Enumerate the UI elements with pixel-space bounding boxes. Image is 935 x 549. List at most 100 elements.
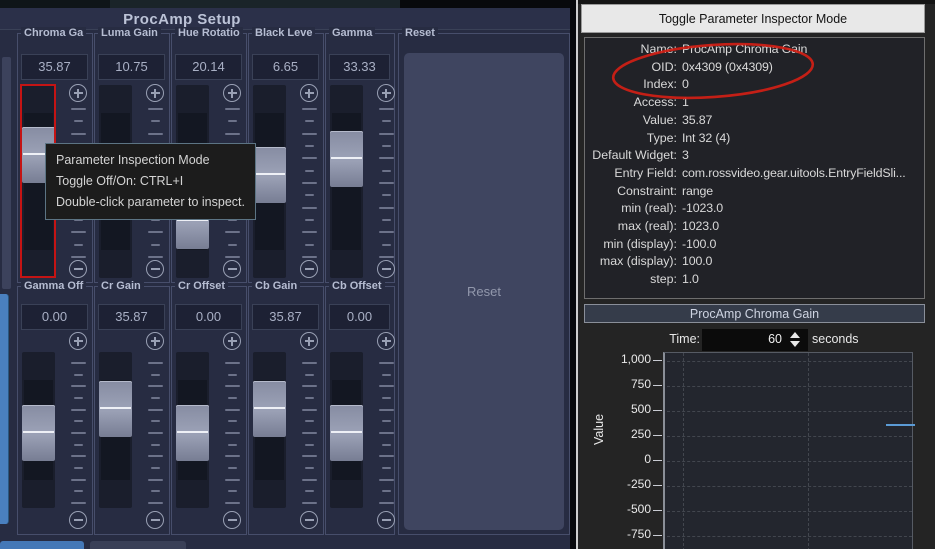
slider-track[interactable] bbox=[22, 352, 55, 508]
value-field[interactable]: 20.14 bbox=[175, 54, 242, 80]
plus-button[interactable] bbox=[146, 84, 164, 102]
y-tick-mark bbox=[653, 460, 662, 461]
slider-group-label: Chroma Ga bbox=[21, 27, 87, 39]
value-field[interactable]: 0.00 bbox=[175, 304, 242, 330]
slider-handle-line bbox=[254, 407, 285, 409]
slider-tick-mark bbox=[304, 444, 314, 446]
y-tick-label: 0 bbox=[644, 452, 651, 466]
minus-button[interactable] bbox=[300, 260, 318, 278]
minus-button[interactable] bbox=[377, 511, 395, 529]
slider-tick-mark bbox=[147, 231, 163, 233]
minus-button[interactable] bbox=[146, 260, 164, 278]
h-gridline bbox=[667, 461, 912, 462]
slider-tick-mark bbox=[381, 170, 391, 172]
chart-title: ProcAmp Chroma Gain bbox=[689, 306, 820, 321]
value-field[interactable]: 35.87 bbox=[252, 304, 319, 330]
slider-tick-mark bbox=[73, 444, 83, 446]
plus-button[interactable] bbox=[300, 332, 318, 350]
slider-handle[interactable] bbox=[22, 405, 55, 461]
value-field[interactable]: 35.87 bbox=[21, 54, 88, 80]
slider-handle[interactable] bbox=[330, 131, 363, 187]
slider-tick-mark bbox=[147, 133, 163, 135]
value-field[interactable]: 0.00 bbox=[21, 304, 88, 330]
minus-button[interactable] bbox=[223, 511, 241, 529]
slider-tick-mark bbox=[224, 231, 240, 233]
slider-tick-mark bbox=[301, 157, 317, 159]
slider-tick-mark bbox=[301, 182, 317, 184]
slider-group-label: Cb Offset bbox=[329, 280, 385, 292]
minus-button[interactable] bbox=[69, 260, 87, 278]
slider-tick-mark bbox=[381, 145, 391, 147]
slider-tick-mark bbox=[227, 120, 237, 122]
slider-tick-mark bbox=[227, 444, 237, 446]
time-spinbox[interactable]: 60 bbox=[702, 329, 808, 351]
slider-track[interactable] bbox=[253, 85, 286, 278]
slider-track[interactable] bbox=[99, 352, 132, 508]
minus-icon bbox=[73, 518, 83, 521]
spinner-down-icon[interactable] bbox=[790, 341, 800, 347]
plus-button[interactable] bbox=[69, 84, 87, 102]
slider-tick-mark bbox=[378, 231, 394, 233]
toggle-parameter-inspector-button[interactable]: Toggle Parameter Inspector Mode bbox=[582, 5, 924, 32]
slider-tick-mark bbox=[73, 397, 83, 399]
plus-button[interactable] bbox=[300, 84, 318, 102]
reset-button[interactable]: Reset bbox=[404, 53, 564, 530]
slider-tick-mark bbox=[224, 432, 240, 434]
spinner-up-icon[interactable] bbox=[790, 332, 800, 338]
plus-icon bbox=[230, 336, 233, 346]
slider-handle[interactable] bbox=[176, 405, 209, 461]
plus-button[interactable] bbox=[377, 332, 395, 350]
slider-track[interactable] bbox=[253, 352, 286, 508]
slider-group-label: Luma Gain bbox=[98, 27, 161, 39]
slider-tick-mark bbox=[70, 231, 86, 233]
param-value: -1023.0 bbox=[682, 201, 723, 216]
bottom-tab-inactive[interactable] bbox=[90, 541, 186, 549]
chart-title-bar: ProcAmp Chroma Gain bbox=[584, 304, 925, 323]
minus-button[interactable] bbox=[69, 511, 87, 529]
minus-button[interactable] bbox=[300, 511, 318, 529]
plus-button[interactable] bbox=[223, 84, 241, 102]
tooltip-line-1: Parameter Inspection Mode bbox=[56, 153, 210, 167]
slider-tick-mark bbox=[301, 207, 317, 209]
bottom-tab-active[interactable] bbox=[0, 541, 84, 549]
slider-track[interactable] bbox=[176, 352, 209, 508]
slider-tick-mark bbox=[150, 444, 160, 446]
slider-tick-mark bbox=[150, 120, 160, 122]
param-value: 3 bbox=[682, 148, 689, 163]
plus-button[interactable] bbox=[377, 84, 395, 102]
slider-handle[interactable] bbox=[253, 381, 286, 437]
slider-tick-mark bbox=[304, 244, 314, 246]
plus-button[interactable] bbox=[146, 332, 164, 350]
slider-track[interactable] bbox=[330, 85, 363, 278]
slider-tick-mark bbox=[378, 256, 394, 258]
procamp-setup-panel: ProcAmp Setup Chroma Ga 35.87 Luma Gain 10.… bbox=[0, 0, 572, 549]
slider-handle[interactable] bbox=[330, 405, 363, 461]
plus-button[interactable] bbox=[223, 332, 241, 350]
slider-group-label: Cb Gain bbox=[252, 280, 301, 292]
slider-handle[interactable] bbox=[99, 381, 132, 437]
plus-button[interactable] bbox=[69, 332, 87, 350]
h-gridline bbox=[667, 411, 912, 412]
param-value: ProcAmp Chroma Gain bbox=[682, 42, 808, 56]
value-field[interactable]: 35.87 bbox=[98, 304, 165, 330]
slider-handle[interactable] bbox=[253, 147, 286, 203]
minus-icon bbox=[381, 267, 391, 270]
minus-button[interactable] bbox=[377, 260, 395, 278]
slider-tick-mark bbox=[378, 207, 394, 209]
param-label: min (display): bbox=[603, 236, 677, 251]
bottom-bar bbox=[0, 536, 572, 549]
slider-tick-mark bbox=[378, 182, 394, 184]
value-field[interactable]: 33.33 bbox=[329, 54, 390, 80]
param-label: min (real): bbox=[621, 201, 677, 216]
param-label: Value: bbox=[642, 112, 677, 127]
value-field[interactable]: 0.00 bbox=[329, 304, 390, 330]
slider-tick-mark bbox=[381, 420, 391, 422]
slider-tick-mark bbox=[381, 244, 391, 246]
slider-track[interactable] bbox=[330, 352, 363, 508]
param-label: Default Widget: bbox=[592, 148, 677, 163]
value-field[interactable]: 6.65 bbox=[252, 54, 319, 80]
value-field[interactable]: 10.75 bbox=[98, 54, 165, 80]
minus-button[interactable] bbox=[223, 260, 241, 278]
minus-button[interactable] bbox=[146, 511, 164, 529]
slider-handle-line bbox=[100, 407, 131, 409]
